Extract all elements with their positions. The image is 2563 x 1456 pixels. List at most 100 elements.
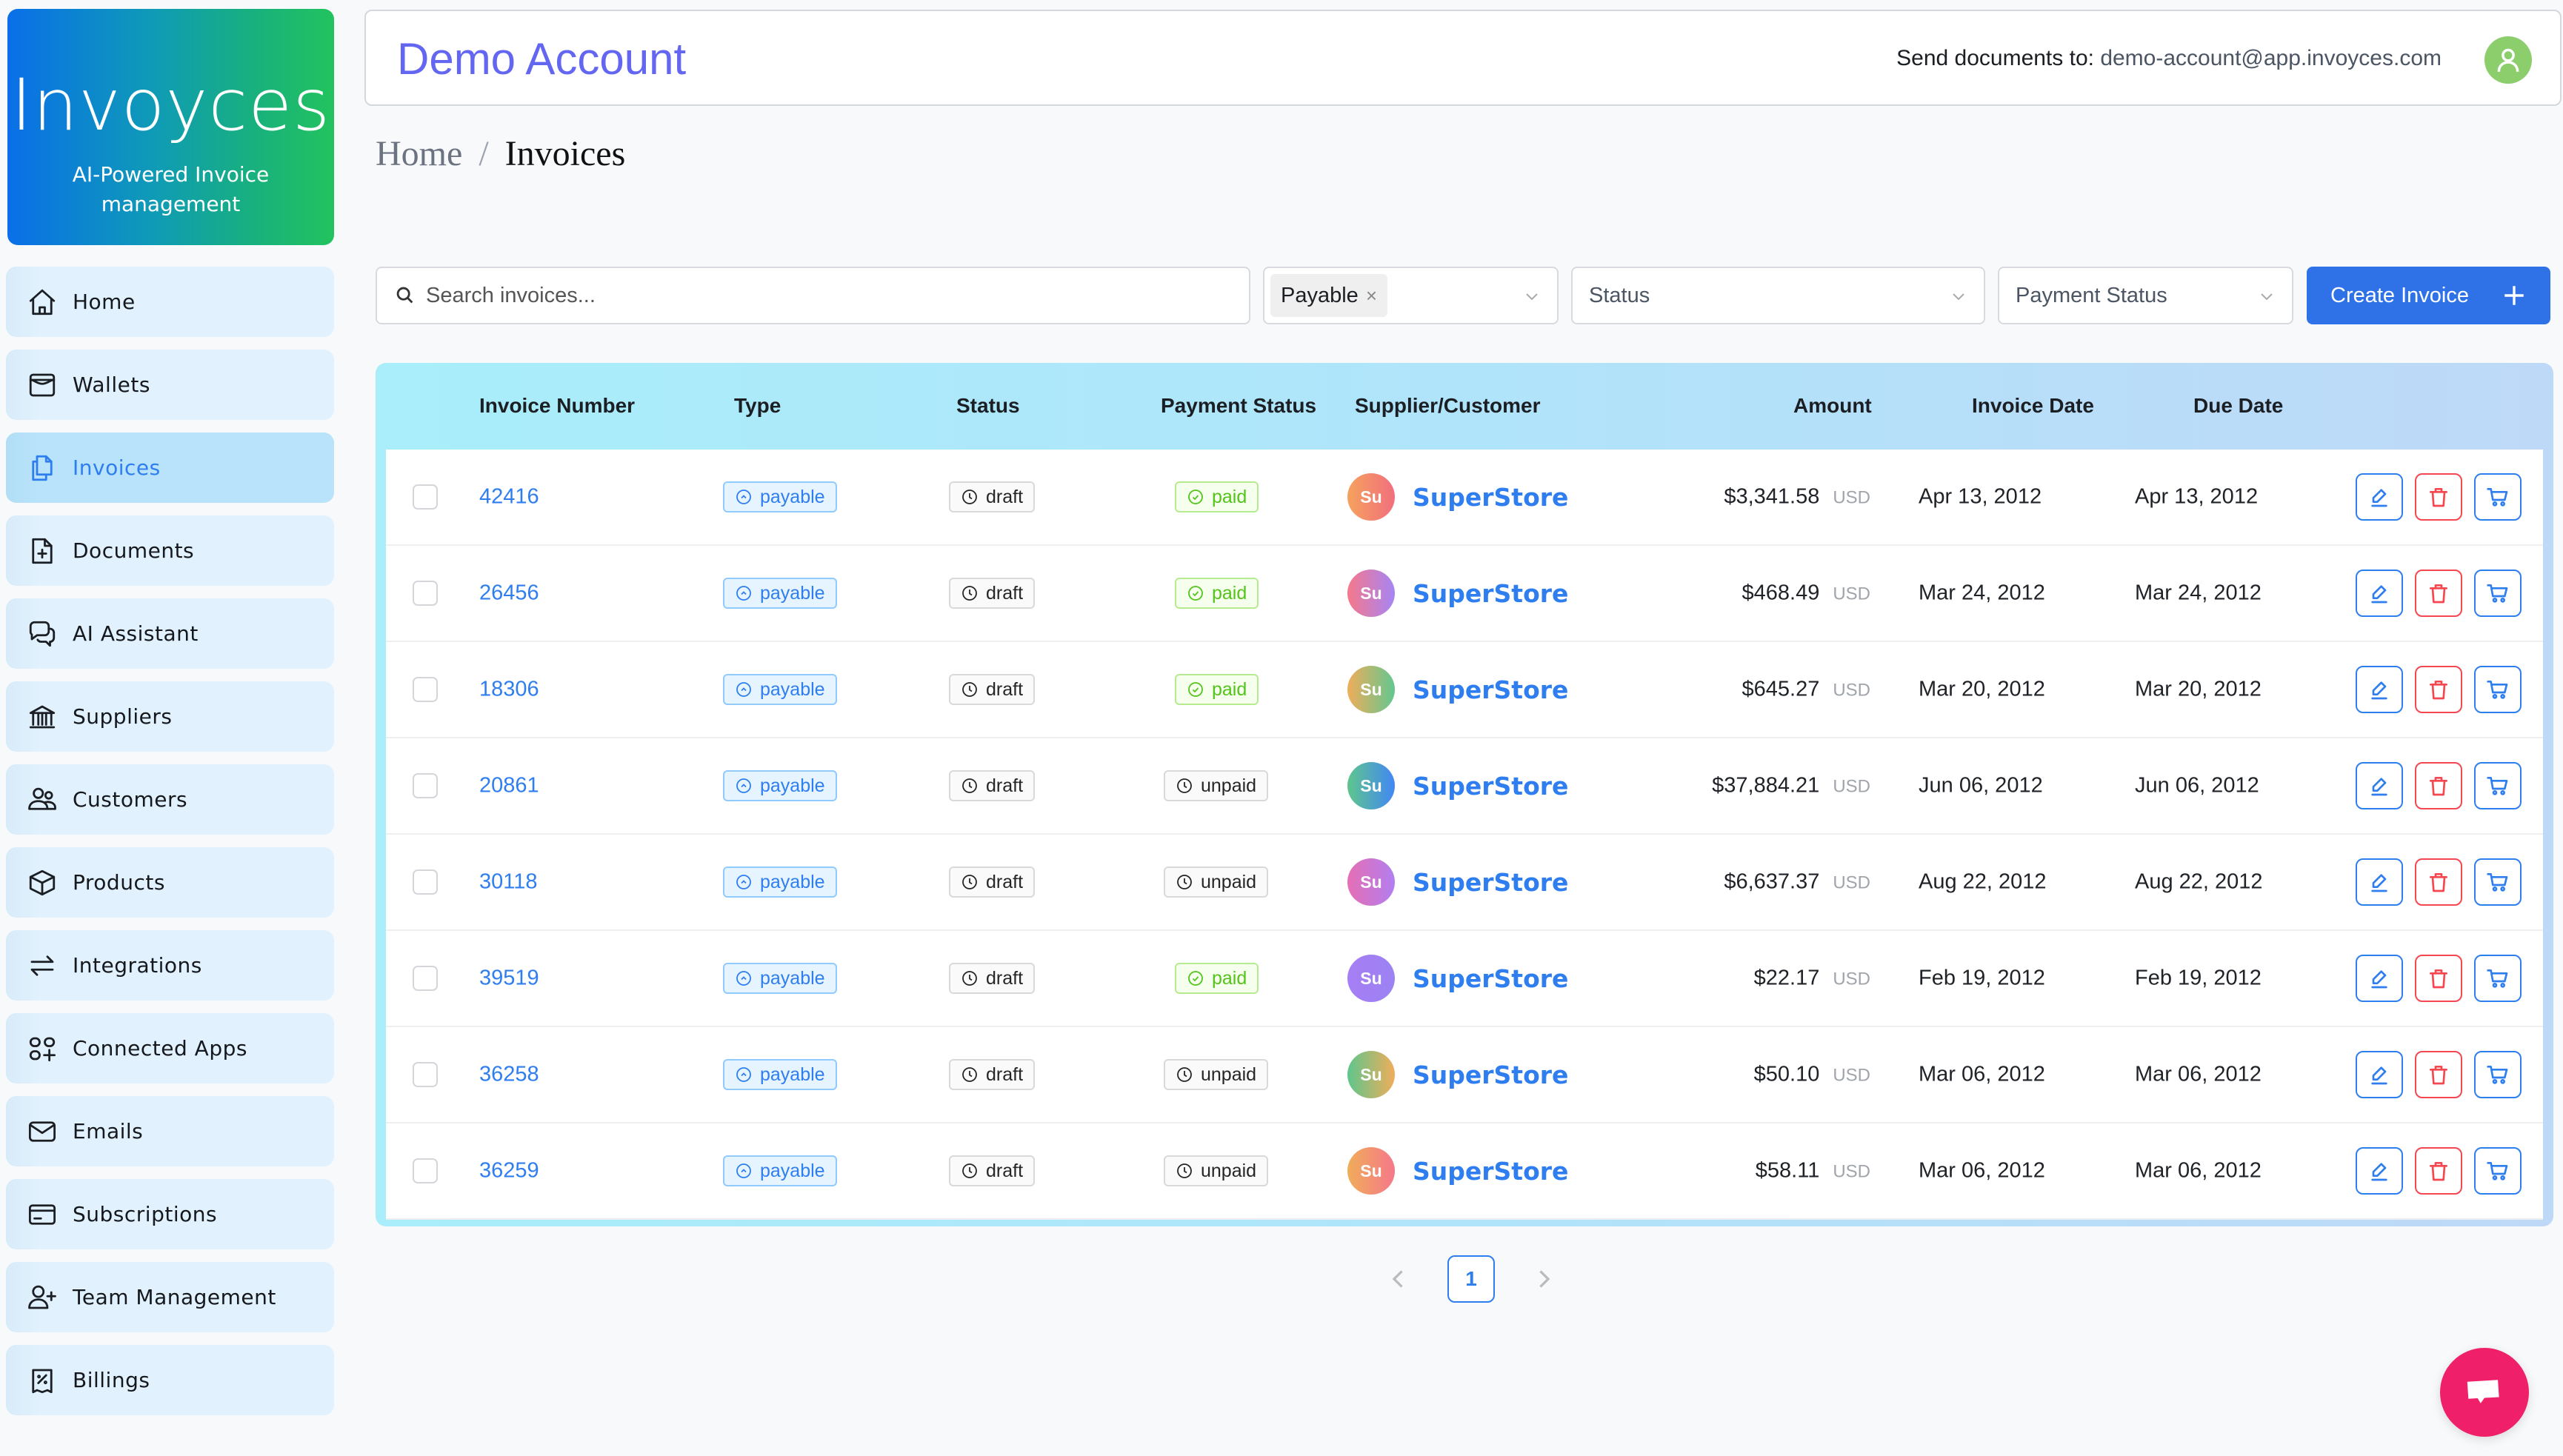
page-number-button[interactable]: 1 <box>1447 1255 1495 1303</box>
invoice-number-link[interactable]: 20861 <box>479 774 539 798</box>
delete-button[interactable] <box>2415 666 2462 713</box>
status-filter-select[interactable]: Status <box>1571 267 1985 324</box>
delete-button[interactable] <box>2415 570 2462 617</box>
column-header-type[interactable]: Type <box>734 394 781 418</box>
clock-icon <box>962 778 977 793</box>
delete-button[interactable] <box>2415 762 2462 809</box>
sidebar-item-integrations[interactable]: Integrations <box>6 930 334 1001</box>
row-actions <box>2356 955 2522 1002</box>
sidebar-item-connected-apps[interactable]: Connected Apps <box>6 1013 334 1083</box>
edit-button[interactable] <box>2356 666 2403 713</box>
invoice-number-link[interactable]: 36258 <box>479 1063 539 1087</box>
sidebar-item-billings[interactable]: Billings <box>6 1345 334 1415</box>
user-avatar-button[interactable] <box>2484 36 2532 84</box>
payment-status-filter-select[interactable]: Payment Status <box>1998 267 2293 324</box>
invoice-number-link[interactable]: 26456 <box>479 581 539 606</box>
column-header-due-date[interactable]: Due Date <box>2193 394 2283 418</box>
sidebar-item-documents[interactable]: Documents <box>6 515 334 586</box>
search-field[interactable] <box>376 267 1250 324</box>
column-header-status[interactable]: Status <box>956 394 1020 418</box>
supplier-name-link[interactable]: SuperStore <box>1413 483 1568 512</box>
sidebar-item-products[interactable]: Products <box>6 847 334 918</box>
supplier-name-link[interactable]: SuperStore <box>1413 964 1568 993</box>
delete-button[interactable] <box>2415 858 2462 906</box>
supplier-avatar: Su <box>1347 1147 1395 1195</box>
sidebar-item-suppliers[interactable]: Suppliers <box>6 681 334 752</box>
delete-button[interactable] <box>2415 1147 2462 1195</box>
cart-button[interactable] <box>2474 666 2522 713</box>
invoice-number-link[interactable]: 18306 <box>479 678 539 702</box>
table-row[interactable]: 18306 payable draft paid Su SuperStore $… <box>386 642 2543 738</box>
edit-button[interactable] <box>2356 1147 2403 1195</box>
supplier-cell: Su SuperStore <box>1347 762 1568 809</box>
remove-tag-icon[interactable]: × <box>1366 284 1377 307</box>
edit-button[interactable] <box>2356 570 2403 617</box>
invoice-number-link[interactable]: 36259 <box>479 1159 539 1183</box>
edit-button[interactable] <box>2356 955 2403 1002</box>
cart-button[interactable] <box>2474 955 2522 1002</box>
supplier-name-link[interactable]: SuperStore <box>1413 579 1568 608</box>
row-checkbox[interactable] <box>413 869 438 895</box>
invoice-number-link[interactable]: 39519 <box>479 966 539 991</box>
supplier-name-link[interactable]: SuperStore <box>1413 868 1568 897</box>
supplier-name-link[interactable]: SuperStore <box>1413 772 1568 801</box>
type-filter-select[interactable]: Payable × <box>1263 267 1559 324</box>
edit-button[interactable] <box>2356 473 2403 521</box>
row-checkbox[interactable] <box>413 484 438 510</box>
supplier-name-link[interactable]: SuperStore <box>1413 675 1568 704</box>
column-header-amount[interactable]: Amount <box>1793 394 1872 418</box>
sidebar-item-wallets[interactable]: Wallets <box>6 350 334 420</box>
sidebar-item-customers[interactable]: Customers <box>6 764 334 835</box>
row-actions <box>2356 762 2522 809</box>
column-header-supplier-customer[interactable]: Supplier/Customer <box>1355 394 1540 418</box>
row-checkbox[interactable] <box>413 1062 438 1087</box>
cart-button[interactable] <box>2474 1051 2522 1098</box>
table-row[interactable]: 39519 payable draft paid Su SuperStore $… <box>386 931 2543 1027</box>
table-row[interactable]: 36259 payable draft unpaid Su SuperStore… <box>386 1123 2543 1220</box>
next-page-icon[interactable] <box>1530 1266 1557 1292</box>
cart-button[interactable] <box>2474 762 2522 809</box>
table-row[interactable]: 20861 payable draft unpaid Su SuperStore… <box>386 738 2543 835</box>
amount-cell: $22.17 USD <box>1754 966 1870 991</box>
sidebar-item-team-management[interactable]: Team Management <box>6 1262 334 1332</box>
sidebar-item-emails[interactable]: Emails <box>6 1096 334 1166</box>
sidebar-item-invoices[interactable]: Invoices <box>6 433 334 503</box>
table-row[interactable]: 42416 payable draft paid Su SuperStore $… <box>386 450 2543 546</box>
table-row[interactable]: 26456 payable draft paid Su SuperStore $… <box>386 546 2543 642</box>
delete-button[interactable] <box>2415 955 2462 1002</box>
row-checkbox[interactable] <box>413 677 438 702</box>
cart-button[interactable] <box>2474 858 2522 906</box>
app-logo[interactable]: Invoyces AI-Powered Invoice management <box>7 9 334 245</box>
cart-button[interactable] <box>2474 473 2522 521</box>
supplier-name-link[interactable]: SuperStore <box>1413 1157 1568 1186</box>
column-header-invoice-number[interactable]: Invoice Number <box>479 394 635 418</box>
cart-button[interactable] <box>2474 1147 2522 1195</box>
table-row[interactable]: 36258 payable draft unpaid Su SuperStore… <box>386 1027 2543 1123</box>
column-header-invoice-date[interactable]: Invoice Date <box>1972 394 2094 418</box>
row-checkbox[interactable] <box>413 581 438 606</box>
delete-button[interactable] <box>2415 1051 2462 1098</box>
sidebar-item-subscriptions[interactable]: Subscriptions <box>6 1179 334 1249</box>
search-input[interactable] <box>426 283 1226 308</box>
invoice-number-link[interactable]: 30118 <box>479 870 538 895</box>
create-invoice-button[interactable]: Create Invoice <box>2307 267 2550 324</box>
edit-button[interactable] <box>2356 1051 2403 1098</box>
amount-cell: $3,341.58 USD <box>1724 485 1870 510</box>
prev-page-icon[interactable] <box>1385 1266 1412 1292</box>
edit-button[interactable] <box>2356 858 2403 906</box>
supplier-name-link[interactable]: SuperStore <box>1413 1061 1568 1089</box>
row-checkbox[interactable] <box>413 1158 438 1183</box>
row-checkbox[interactable] <box>413 773 438 798</box>
invoice-number-link[interactable]: 42416 <box>479 485 539 510</box>
sidebar-item-label: Connected Apps <box>73 1036 247 1061</box>
edit-button[interactable] <box>2356 762 2403 809</box>
row-checkbox[interactable] <box>413 966 438 991</box>
breadcrumb-home[interactable]: Home <box>376 134 462 173</box>
sidebar-item-ai-assistant[interactable]: AI Assistant <box>6 598 334 669</box>
cart-button[interactable] <box>2474 570 2522 617</box>
supplier-avatar: Su <box>1347 666 1395 713</box>
chat-support-button[interactable] <box>2440 1348 2529 1437</box>
delete-button[interactable] <box>2415 473 2462 521</box>
table-row[interactable]: 30118 payable draft unpaid Su SuperStore… <box>386 835 2543 931</box>
column-header-payment-status[interactable]: Payment Status <box>1161 394 1316 418</box>
